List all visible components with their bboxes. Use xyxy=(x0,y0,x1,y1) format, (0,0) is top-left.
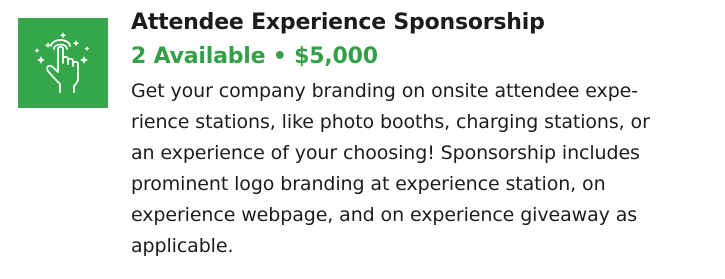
sponsorship-content: Attendee Experience Sponsorship 2 Availa… xyxy=(131,6,717,262)
hand-tap-sparkle-icon xyxy=(34,32,90,93)
sponsorship-title: Attendee Experience Sponsorship xyxy=(131,10,545,35)
availability-and-price: 2 Available • $5,000 xyxy=(131,44,378,69)
description-line: an experience of your choosing! Sponsors… xyxy=(131,142,640,164)
sponsorship-card: Attendee Experience Sponsorship 2 Availa… xyxy=(0,0,725,279)
sponsorship-icon-tile xyxy=(18,18,108,108)
description-line: rience stations, like photo booths, char… xyxy=(131,111,650,133)
description-line: Get your company branding on onsite atte… xyxy=(131,80,638,102)
description-line: experience webpage, and on experience gi… xyxy=(131,204,638,226)
description-line: prominent logo branding at experience st… xyxy=(131,173,606,195)
sponsorship-description: Get your company branding on onsite atte… xyxy=(131,76,717,262)
description-line: applicable. xyxy=(131,235,234,257)
